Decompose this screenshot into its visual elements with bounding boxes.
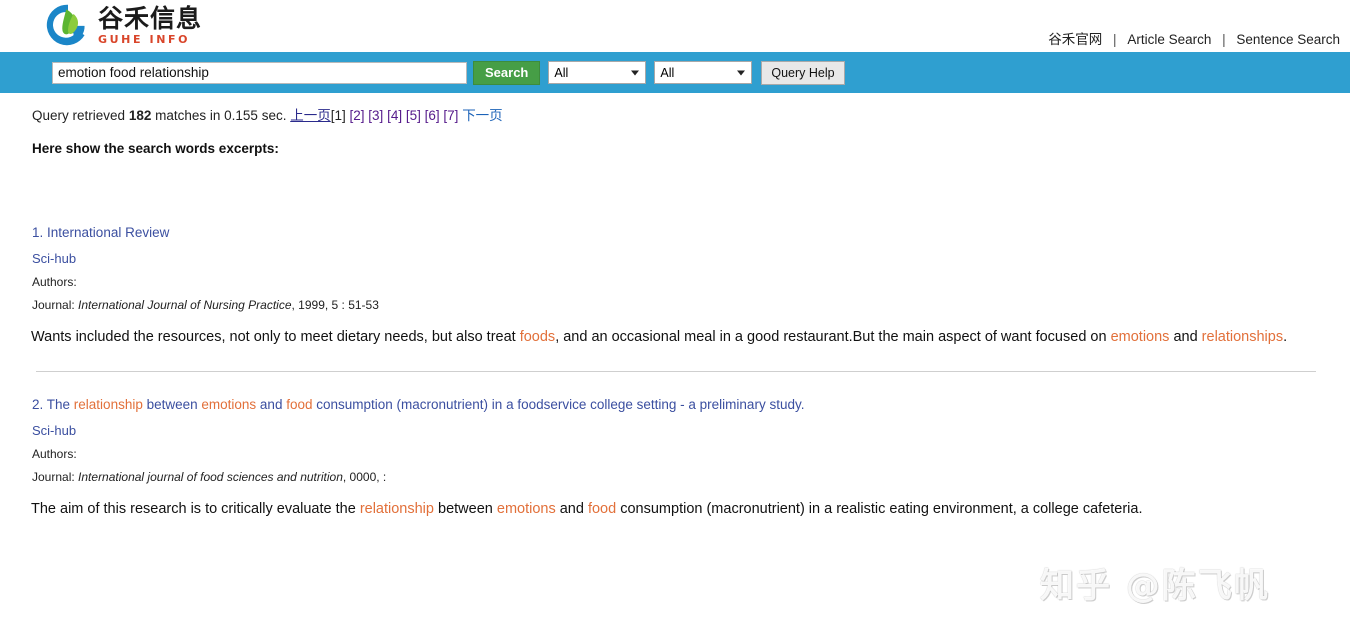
prev-page-link[interactable]: 上一页 <box>290 108 331 123</box>
page-header: 谷禾信息 GUHE INFO 谷禾官网 | Article Search | S… <box>0 0 1350 52</box>
journal-name: International Journal of Nursing Practic… <box>78 297 292 312</box>
status-prefix: Query retrieved <box>32 108 126 123</box>
page-link-4[interactable]: [4] <box>387 108 402 123</box>
page-link-6[interactable]: [6] <box>425 108 440 123</box>
result-item: 2. The relationship between emotions and… <box>31 396 1332 521</box>
result-index: 2. <box>32 397 44 413</box>
journal-meta: , 1999, 5 : 51-53 <box>291 297 379 312</box>
journal-line: Journal: International Journal of Nursin… <box>32 298 1332 312</box>
result-index: 1. <box>32 225 44 240</box>
logo-english-name: GUHE INFO <box>98 32 191 46</box>
chevron-down-icon <box>631 70 640 75</box>
journal-name: International journal of food sciences a… <box>78 469 343 484</box>
status-time: 0.155 sec. <box>224 108 287 123</box>
journal-label: Journal: <box>32 297 75 312</box>
match-count: 182 <box>128 108 152 123</box>
search-input[interactable] <box>52 61 467 84</box>
search-button[interactable]: Search <box>473 60 541 85</box>
scihub-link[interactable]: Sci-hub <box>32 423 76 438</box>
filter-dropdown-two[interactable]: All <box>654 61 753 84</box>
scihub-link-row[interactable]: Sci-hub <box>32 423 1332 438</box>
nav-separator-1: | <box>1113 32 1117 47</box>
site-logo[interactable]: 谷禾信息 GUHE INFO <box>45 2 202 48</box>
filter-one-value: All <box>554 65 569 80</box>
filter-dropdown-one[interactable]: All <box>548 61 647 84</box>
result-abstract: The aim of this research is to criticall… <box>31 500 1143 517</box>
top-navigation: 谷禾官网 | Article Search | Sentence Search <box>1048 28 1340 48</box>
scihub-link-row[interactable]: Sci-hub <box>32 251 1332 266</box>
authors-label: Authors: <box>32 446 77 461</box>
result-item: 1. International Review Sci-hub Authors:… <box>31 224 1332 373</box>
result-divider <box>36 371 1316 373</box>
result-title-link[interactable]: International Review <box>47 225 169 240</box>
result-title[interactable]: 1. International Review <box>32 224 1332 242</box>
next-page-link[interactable]: 下一页 <box>462 108 503 123</box>
page-link-1[interactable]: [1] <box>331 108 346 123</box>
results-list: 1. International Review Sci-hub Authors:… <box>18 224 1332 521</box>
nav-link-official-site[interactable]: 谷禾官网 <box>1048 32 1102 47</box>
journal-line: Journal: International journal of food s… <box>32 470 1332 484</box>
circular-leaf-logo-icon <box>46 4 85 46</box>
nav-link-sentence-search[interactable]: Sentence Search <box>1236 32 1340 47</box>
journal-meta: , 0000, : <box>342 469 387 484</box>
result-title-link[interactable]: The relationship between emotions and fo… <box>47 397 805 412</box>
filter-two-value: All <box>660 65 675 80</box>
journal-label: Journal: <box>32 469 75 484</box>
results-spacer <box>32 372 1332 396</box>
watermark: 知乎 @陈飞帆 <box>1040 566 1270 606</box>
logo-wordmark: 谷禾信息 GUHE INFO <box>98 6 202 45</box>
search-toolbar: Search All All Query Help <box>0 52 1350 93</box>
query-status-line: Query retrieved 182 matches in 0.155 sec… <box>18 93 1332 124</box>
page-link-2[interactable]: [2] <box>350 108 365 123</box>
result-abstract: Wants included the resources, not only t… <box>31 328 1288 345</box>
excerpt-heading: Here show the search words excerpts: <box>32 141 279 156</box>
chevron-down-icon <box>737 70 746 75</box>
nav-link-article-search[interactable]: Article Search <box>1127 32 1211 47</box>
authors-label: Authors: <box>32 274 77 289</box>
status-middle: matches in <box>155 108 221 123</box>
result-title[interactable]: 2. The relationship between emotions and… <box>32 396 1332 414</box>
page-link-5[interactable]: [5] <box>406 108 421 123</box>
query-help-button[interactable]: Query Help <box>761 60 845 85</box>
scihub-link[interactable]: Sci-hub <box>32 251 76 266</box>
page-link-3[interactable]: [3] <box>368 108 383 123</box>
nav-separator-2: | <box>1222 32 1226 47</box>
page-link-7[interactable]: [7] <box>443 108 458 123</box>
logo-chinese-name: 谷禾信息 <box>98 3 203 33</box>
results-area: Query retrieved 182 matches in 0.155 sec… <box>0 93 1350 521</box>
